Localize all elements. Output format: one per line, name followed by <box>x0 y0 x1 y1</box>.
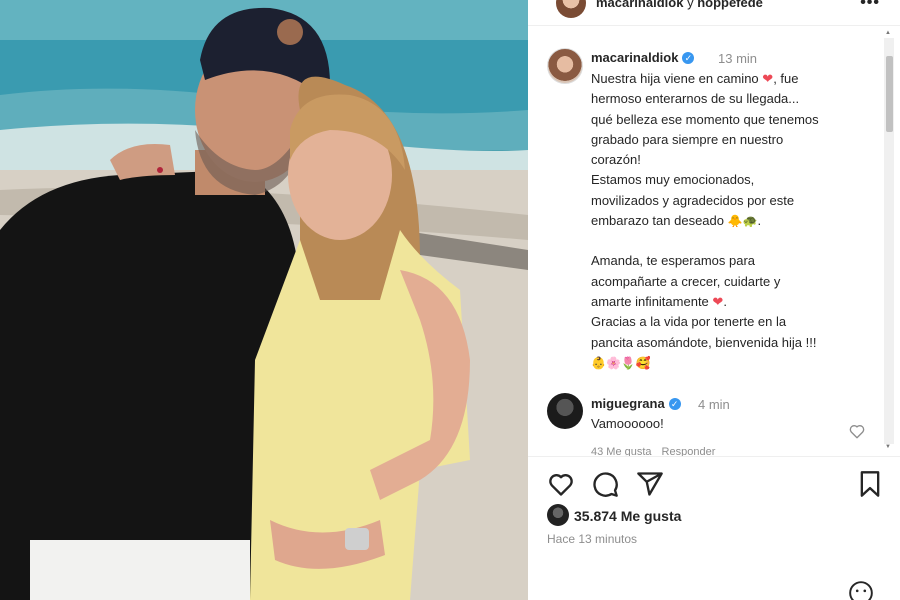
comment-username-row[interactable]: miguegrana ✓ <box>591 396 681 411</box>
caption-time: 13 min <box>718 51 758 66</box>
bookmark-icon[interactable] <box>856 470 884 498</box>
caption-username-row[interactable]: macarinaldiok ✓ <box>591 50 695 65</box>
likes-count[interactable]: 35.874 Me gusta <box>574 508 681 524</box>
comment-username[interactable]: miguegrana <box>591 396 665 411</box>
caption-line: corazón! <box>591 152 641 168</box>
heart-icon[interactable] <box>547 470 575 498</box>
caption-text: Nuestra hija viene en camino ❤, fue herm… <box>591 69 881 373</box>
comment-likes[interactable]: 43 Me gusta <box>591 446 652 456</box>
caption-line: grabado para siempre en nuestro <box>591 131 784 147</box>
header-connector: y <box>687 0 694 10</box>
comment-icon[interactable] <box>591 470 619 498</box>
couple-photo-illustration <box>0 0 528 600</box>
caption-line: Estamos muy emocionados, <box>591 172 755 188</box>
post-header: macarinaldiok y hoppefede ••• <box>528 0 900 26</box>
divider <box>528 456 900 457</box>
comment-time: 4 min <box>698 397 730 412</box>
comments-area[interactable]: macarinaldiok ✓ 13 min Nuestra hija viene… <box>528 36 900 456</box>
verified-icon: ✓ <box>668 398 681 410</box>
reply-link[interactable]: Responder <box>662 446 716 456</box>
comment-avatar[interactable] <box>547 393 583 429</box>
caption-line: pancita asomándote, bienvenida hija !!! <box>591 334 817 350</box>
caption-username[interactable]: macarinaldiok <box>591 50 678 65</box>
caption-line: qué belleza ese momento que tenemos <box>591 111 819 127</box>
header-title[interactable]: macarinaldiok y hoppefede <box>596 0 763 10</box>
emoji-icon[interactable] <box>848 580 874 600</box>
emoji-group: 👶🌸🌷🥰 <box>591 355 651 370</box>
caption-line: Amanda, te esperamos para <box>591 253 756 269</box>
caption-line: movilizados y agradecidos por este <box>591 192 795 208</box>
header-avatar[interactable] <box>556 0 586 18</box>
share-icon[interactable] <box>636 470 664 498</box>
verified-icon: ✓ <box>682 52 695 64</box>
caption-line: acompañarte a crecer, cuidarte y <box>591 273 781 289</box>
comment-heart-icon[interactable] <box>848 422 866 440</box>
caption-avatar[interactable] <box>547 48 583 84</box>
comment-text: Vamoooooo! <box>591 416 664 431</box>
scroll-up-icon[interactable]: ▲ <box>885 30 891 36</box>
comment-meta: 43 Me gusta Responder <box>591 446 725 456</box>
heart-emoji: ❤ <box>712 293 724 309</box>
scrollbar-thumb[interactable] <box>886 56 893 132</box>
caption-line: Nuestra hija viene en camino ❤, fue <box>591 71 799 86</box>
header-collaborator[interactable]: hoppefede <box>697 0 763 10</box>
more-icon[interactable]: ••• <box>860 0 880 12</box>
header-username[interactable]: macarinaldiok <box>596 0 683 10</box>
caption-line: hermoso enterarnos de su llegada... <box>591 91 800 107</box>
scroll-down-icon[interactable]: ▼ <box>885 444 891 450</box>
post-photo <box>0 0 528 600</box>
post-panel: macarinaldiok y hoppefede ••• macarinald… <box>528 0 900 600</box>
emoji-group: 🐥🐢 <box>727 214 758 229</box>
caption-line: Gracias a la vida por tenerte en la <box>591 314 787 330</box>
likes-avatar[interactable] <box>547 504 569 526</box>
heart-emoji: ❤ <box>762 71 774 86</box>
caption-line: embarazo tan deseado 🐥🐢. <box>591 213 762 229</box>
post-timestamp: Hace 13 minutos <box>547 532 638 546</box>
caption-line: amarte infinitamente ❤. <box>591 293 727 309</box>
